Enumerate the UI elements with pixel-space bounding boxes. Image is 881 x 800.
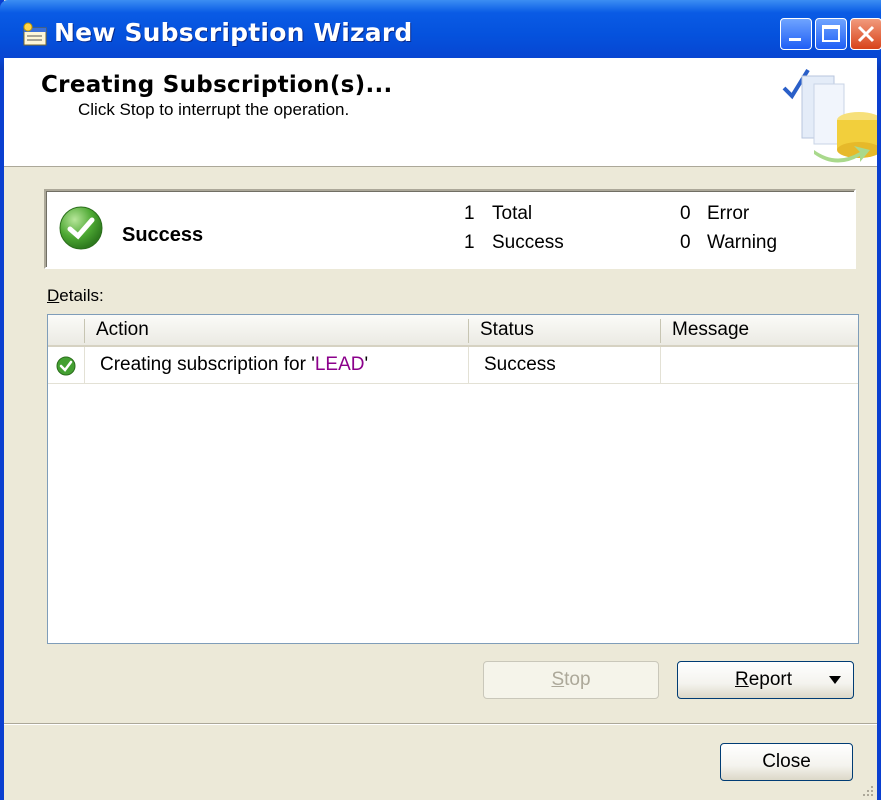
details-label: Details:: [47, 286, 104, 305]
total-label: Total: [492, 203, 533, 224]
page-title: Creating Subscription(s)...: [41, 72, 393, 98]
wizard-header: Creating Subscription(s)... Click Stop t…: [4, 58, 877, 167]
page-subtitle: Click Stop to interrupt the operation.: [78, 100, 350, 119]
success-check-icon: [56, 356, 76, 376]
wizard-graphic-icon: [782, 68, 877, 163]
row-status: Success: [484, 354, 556, 375]
table-row[interactable]: Creating subscription for 'LEAD' Success: [48, 347, 858, 384]
success-check-icon: [59, 206, 103, 250]
resize-grip-icon[interactable]: [861, 784, 875, 798]
maximize-button[interactable]: [815, 18, 847, 50]
success-label: Success: [492, 232, 564, 253]
warning-count: 0: [680, 232, 691, 253]
column-header-status[interactable]: Status: [480, 319, 534, 341]
window-title: New Subscription Wizard: [54, 18, 413, 47]
success-count: 1: [464, 232, 475, 253]
minimize-button[interactable]: [780, 18, 812, 50]
summary-panel: Success 1 Total 1 Success 0 Error 0 Warn…: [44, 189, 856, 269]
report-button[interactable]: Report: [677, 661, 854, 699]
column-header-action[interactable]: Action: [96, 319, 149, 341]
summary-status: Success: [122, 224, 204, 246]
error-label: Error: [707, 203, 750, 224]
close-icon: [857, 25, 875, 43]
total-count: 1: [464, 203, 475, 224]
close-window-button[interactable]: [850, 18, 881, 50]
wizard-window: New Subscription Wizard Creating Subscri…: [0, 0, 881, 800]
details-grid[interactable]: Action Status Message Creating subscript…: [47, 314, 859, 644]
error-count: 0: [680, 203, 691, 224]
wizard-app-icon: [23, 22, 47, 46]
grid-header: Action Status Message: [48, 315, 858, 347]
footer-divider: [4, 723, 877, 725]
column-header-message[interactable]: Message: [672, 319, 749, 341]
chevron-down-icon[interactable]: [829, 676, 841, 684]
close-button[interactable]: Close: [720, 743, 853, 781]
warning-label: Warning: [707, 232, 778, 253]
stop-button[interactable]: Stop: [483, 661, 659, 699]
row-action: Creating subscription for 'LEAD': [100, 354, 369, 375]
